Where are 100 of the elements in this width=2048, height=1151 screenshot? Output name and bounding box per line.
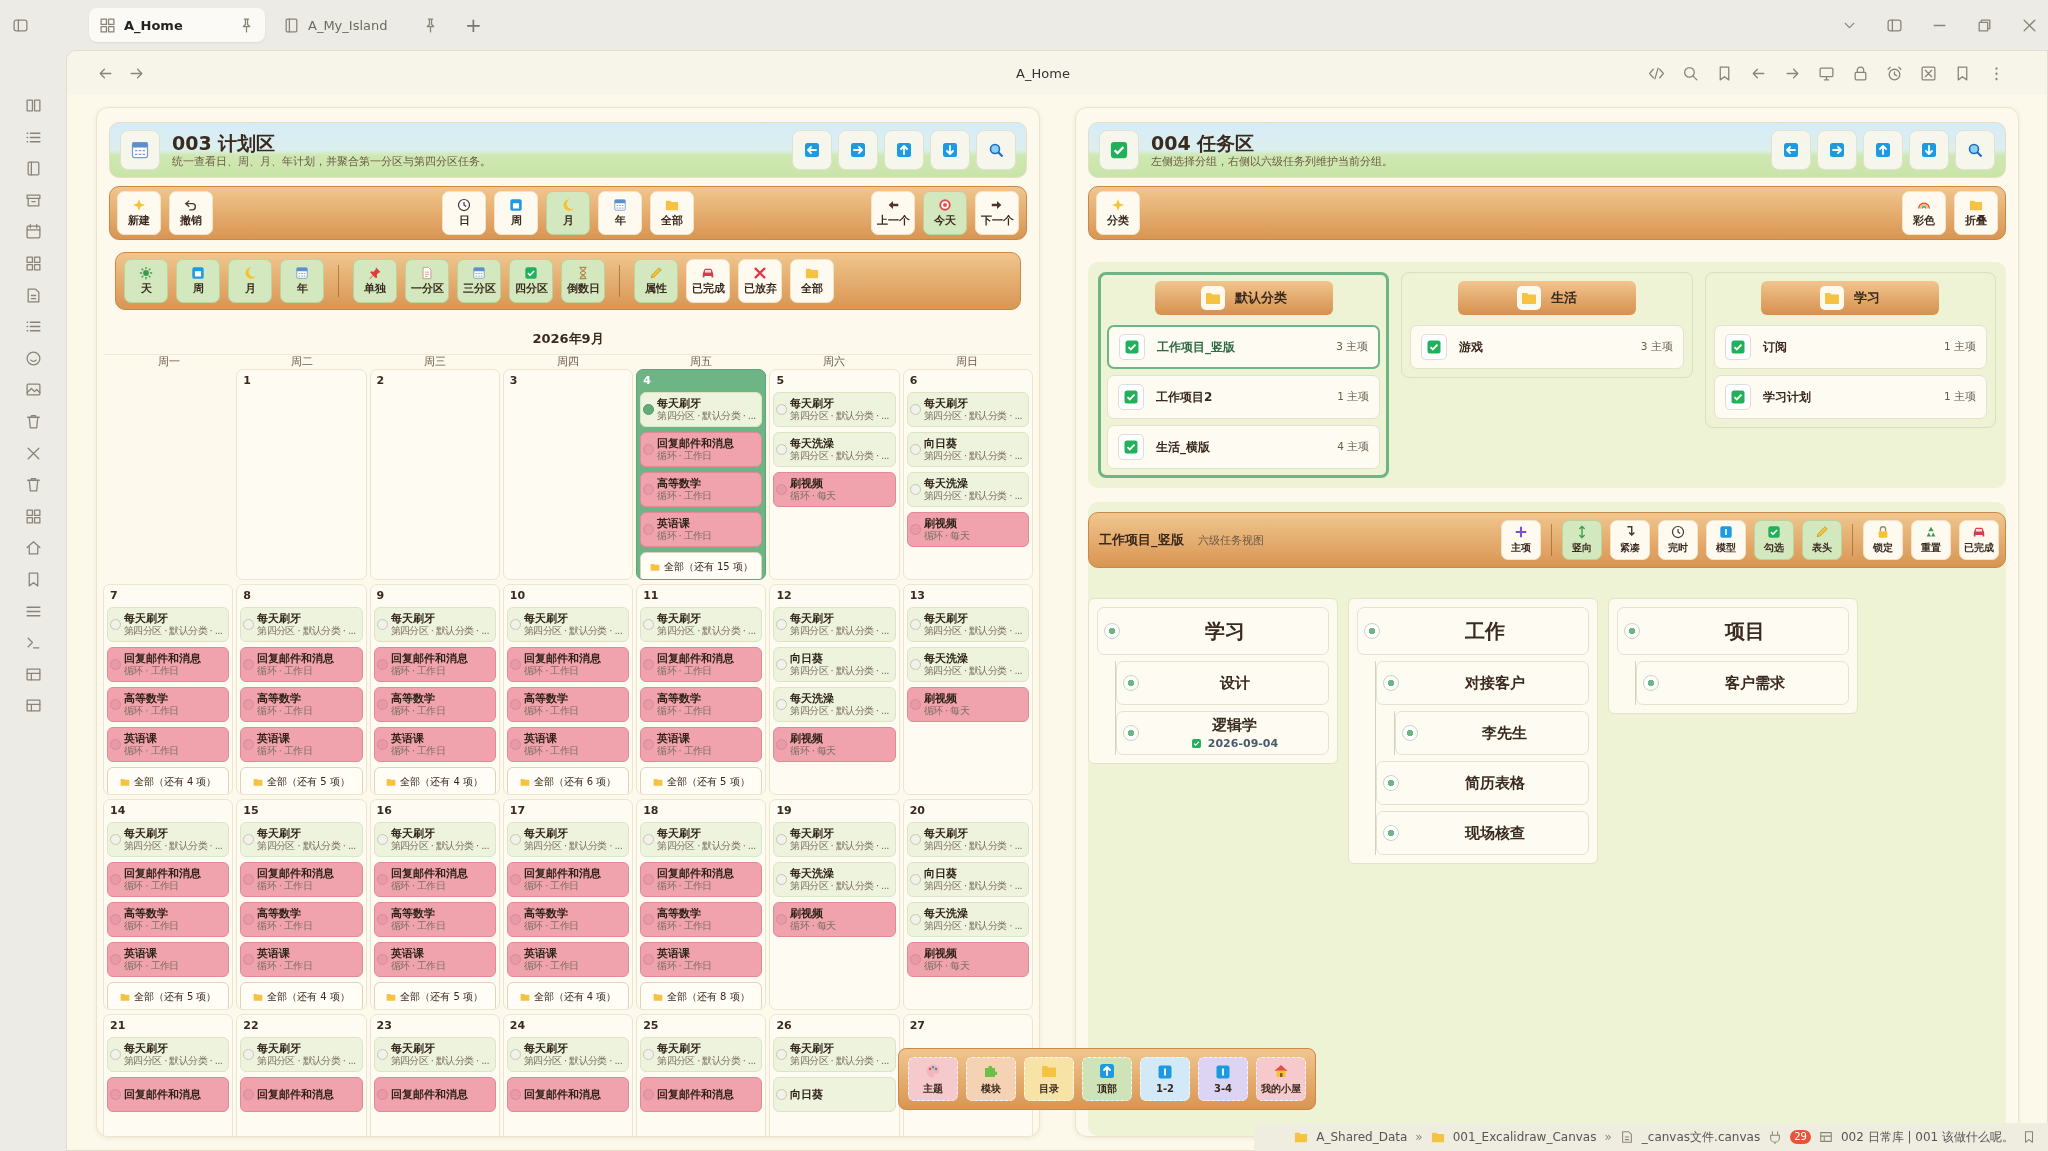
show-all-button[interactable]: 全部（还有 4 项） — [373, 767, 496, 794]
task-checkbox[interactable] — [776, 739, 788, 750]
task-card[interactable]: 回复邮件和消息 — [640, 1077, 763, 1112]
task-card[interactable]: 向日葵 第四分区 · 默认分类 · ... — [773, 647, 896, 682]
zone-icon-button[interactable] — [120, 130, 160, 170]
toolbar-button[interactable]: 重置 — [1911, 520, 1951, 560]
grid-icon[interactable] — [99, 16, 116, 34]
show-all-button[interactable]: 全部（还有 4 项） — [240, 982, 363, 1009]
task-card[interactable]: 高等数学 循环 · 工作日 — [373, 687, 496, 722]
toolbar-button[interactable]: 撤销 — [169, 191, 213, 235]
nav-button[interactable] — [976, 130, 1016, 170]
task-card[interactable]: 英语课 循环 · 工作日 — [640, 942, 763, 977]
toolbar-button[interactable]: 分类 — [1096, 191, 1140, 235]
task-checkbox[interactable] — [509, 834, 521, 845]
task-checkbox[interactable] — [909, 699, 921, 710]
dock-button[interactable]: 目录 — [1024, 1057, 1074, 1101]
status-dot-icon[interactable] — [1643, 675, 1659, 691]
task-card[interactable]: 每天洗澡 第四分区 · 默认分类 · ... — [906, 472, 1029, 507]
task-card[interactable]: 每天刷牙 第四分区 · 默认分类 · ... — [906, 822, 1029, 857]
day-cell[interactable]: 19 每天刷牙 第四分区 · 默认分类 · ... 每天洗澡 第四分区 · 默认分类 · ... 刷视频 循环 · 每天 — [769, 799, 900, 1010]
task-checkbox[interactable] — [776, 619, 788, 630]
count-badge[interactable]: 29 — [1790, 1130, 1811, 1144]
task-card[interactable]: 每天刷牙 第四分区 · 默认分类 · ... — [906, 392, 1029, 427]
status-dot-icon[interactable] — [1104, 623, 1120, 639]
task-checkbox[interactable] — [643, 834, 655, 845]
day-cell[interactable]: 24 每天刷牙 第四分区 · 默认分类 · ... 回复邮件和消息 — [502, 1014, 634, 1136]
status-dot-icon[interactable] — [1402, 725, 1418, 741]
task-checkbox[interactable] — [643, 914, 655, 925]
task-card[interactable]: 回复邮件和消息 — [373, 1077, 496, 1112]
day-cell[interactable]: 1 — [236, 369, 367, 580]
show-all-button[interactable]: 全部（还有 15 项） — [640, 552, 763, 579]
task-card[interactable]: 刷视频 循环 · 每天 — [773, 902, 896, 937]
task-checkbox[interactable] — [509, 739, 521, 750]
task-checkbox[interactable] — [643, 444, 655, 455]
home-icon[interactable] — [24, 539, 42, 557]
dock-button[interactable]: 顶部 — [1082, 1057, 1132, 1101]
toolbar-button[interactable]: 已放弃 — [738, 259, 782, 303]
task-card[interactable]: 每天刷牙 第四分区 · 默认分类 · ... — [506, 1037, 630, 1072]
task-card[interactable]: 每天刷牙 第四分区 · 默认分类 · ... — [373, 607, 496, 642]
task-checkbox[interactable] — [776, 1089, 788, 1100]
task-card[interactable]: 每天刷牙 第四分区 · 默认分类 · ... — [107, 607, 230, 642]
day-cell[interactable]: 5 每天刷牙 第四分区 · 默认分类 · ... 每天洗澡 第四分区 · 默认分类 · ... 刷视频 循环 · 每天 — [769, 369, 900, 580]
group-item[interactable]: 订阅 1 主项 — [1713, 325, 1987, 369]
group-item[interactable]: 学习计划 1 主项 — [1713, 375, 1987, 419]
day-cell[interactable]: 25 每天刷牙 第四分区 · 默认分类 · ... 回复邮件和消息 — [636, 1014, 767, 1136]
day-cell[interactable]: 3 — [502, 369, 634, 580]
task-card[interactable]: 向日葵 第四分区 · 默认分类 · ... — [906, 862, 1029, 897]
task-card[interactable]: 英语课 循环 · 工作日 — [506, 727, 630, 762]
task-checkbox[interactable] — [643, 1049, 655, 1060]
day-cell[interactable]: 16 每天刷牙 第四分区 · 默认分类 · ... 回复邮件和消息 循环 · 工作日 高等数学 循环 · 工作日 英语课 循环 · 工作日 全部（还有 5 项） — [369, 799, 500, 1010]
task-card[interactable]: 每天刷牙 第四分区 · 默认分类 · ... — [773, 392, 896, 427]
day-cell[interactable]: 17 每天刷牙 第四分区 · 默认分类 · ... 回复邮件和消息 循环 · 工作日 高等数学 循环 · 工作日 英语课 循环 · 工作日 全部（还有 4 项） — [502, 799, 634, 1010]
task-card[interactable]: 每天刷牙 第四分区 · 默认分类 · ... — [240, 1037, 363, 1072]
task-card[interactable]: 回复邮件和消息 循环 · 工作日 — [373, 862, 496, 897]
task-card[interactable]: 每天刷牙 第四分区 · 默认分类 · ... — [373, 822, 496, 857]
task-card[interactable]: 英语课 循环 · 工作日 — [506, 942, 630, 977]
task-checkbox[interactable] — [776, 699, 788, 710]
task-checkbox[interactable] — [643, 659, 655, 670]
task-checkbox[interactable] — [376, 619, 388, 630]
day-cell[interactable]: 6 每天刷牙 第四分区 · 默认分类 · ... 向日葵 第四分区 · 默认分类 · ... 每天洗澡 第四分区 · 默认分类 · ... 刷视频 循环 · 每天 — [902, 369, 1033, 580]
group-panel[interactable]: 学习 订阅 1 主项 学习计划 1 主项 — [1704, 272, 1996, 428]
show-all-button[interactable]: 全部（还有 5 项） — [240, 767, 363, 794]
task-card[interactable]: 每天洗澡 第四分区 · 默认分类 · ... — [773, 862, 896, 897]
toolbar-button[interactable]: 全部 — [790, 259, 834, 303]
task-node[interactable]: 简历表格 — [1376, 761, 1589, 805]
task-card[interactable]: 回复邮件和消息 循环 · 工作日 — [506, 862, 630, 897]
task-card[interactable]: 英语课 循环 · 工作日 — [107, 727, 230, 762]
task-card[interactable]: 高等数学 循环 · 工作日 — [107, 902, 230, 937]
day-cell[interactable]: 9 每天刷牙 第四分区 · 默认分类 · ... 回复邮件和消息 循环 · 工作日 高等数学 循环 · 工作日 英语课 循环 · 工作日 全部（还有 4 项） — [369, 584, 500, 795]
task-card[interactable]: 每天刷牙 第四分区 · 默认分类 · ... — [107, 822, 230, 857]
task-checkbox[interactable] — [110, 874, 121, 885]
day-cell[interactable]: 7 每天刷牙 第四分区 · 默认分类 · ... 回复邮件和消息 循环 · 工作日 高等数学 循环 · 工作日 英语课 循环 · 工作日 全部（还有 4 项） — [103, 584, 234, 795]
group-header[interactable]: 学习 — [1761, 281, 1940, 315]
task-card[interactable]: 刷视频 循环 · 每天 — [906, 942, 1029, 977]
toolbar-button[interactable]: 竖向 — [1562, 520, 1602, 560]
show-all-button[interactable]: 全部（还有 5 项） — [107, 982, 230, 1009]
task-checkbox[interactable] — [509, 914, 521, 925]
task-card[interactable]: 每天刷牙 第四分区 · 默认分类 · ... — [640, 607, 763, 642]
task-checkbox[interactable] — [776, 874, 788, 885]
task-checkbox[interactable] — [376, 659, 388, 670]
task-card[interactable]: 每天刷牙 第四分区 · 默认分类 · ... — [640, 822, 763, 857]
toolbar-button[interactable]: 四分区 — [509, 259, 553, 303]
toolbar-button[interactable]: 上一个 — [871, 191, 915, 235]
task-card[interactable]: 每天刷牙 第四分区 · 默认分类 · ... — [906, 607, 1029, 642]
task-checkbox[interactable] — [509, 1089, 521, 1100]
task-node[interactable]: 工作 — [1357, 607, 1589, 655]
page-icon[interactable] — [283, 16, 300, 34]
nav-button[interactable] — [884, 130, 924, 170]
day-cell[interactable]: 22 每天刷牙 第四分区 · 默认分类 · ... 回复邮件和消息 — [236, 1014, 367, 1136]
task-node[interactable]: 学习 — [1097, 607, 1329, 655]
nav-button[interactable] — [930, 130, 970, 170]
bookmark-icon[interactable] — [2022, 1130, 2036, 1144]
task-card[interactable]: 高等数学 循环 · 工作日 — [107, 687, 230, 722]
task-checkbox[interactable] — [909, 834, 921, 845]
task-checkbox[interactable] — [909, 874, 921, 885]
task-card[interactable]: 回复邮件和消息 — [240, 1077, 363, 1112]
task-card[interactable]: 每天刷牙 第四分区 · 默认分类 · ... — [240, 607, 363, 642]
toolbar-button[interactable]: 勾选 — [1754, 520, 1794, 560]
close-box-icon[interactable] — [1920, 64, 1937, 82]
task-checkbox[interactable] — [776, 484, 788, 495]
